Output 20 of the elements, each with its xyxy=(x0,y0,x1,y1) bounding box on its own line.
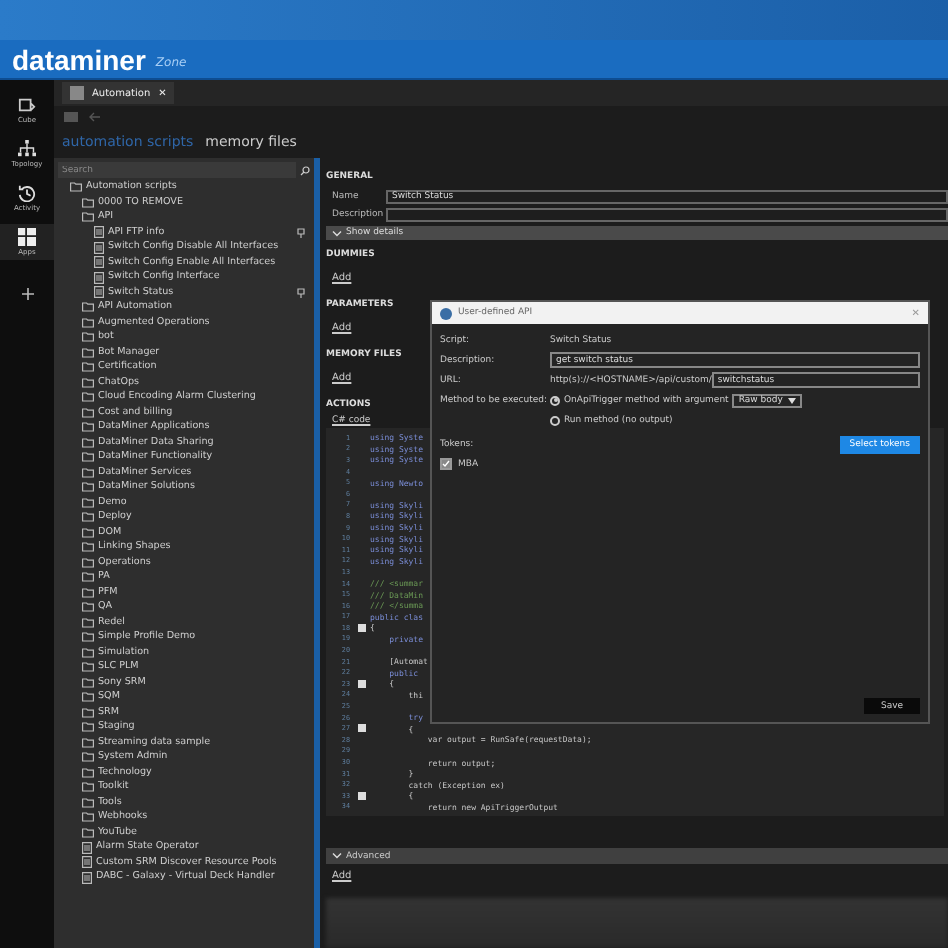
cube-icon xyxy=(18,96,36,114)
fold-marker[interactable] xyxy=(358,679,366,688)
pin-icon[interactable] xyxy=(296,287,306,298)
history-icon xyxy=(18,184,36,202)
fold-marker[interactable] xyxy=(358,724,366,733)
checkbox[interactable] xyxy=(440,458,452,470)
chevron-icon xyxy=(332,229,342,237)
caret-icon xyxy=(788,397,797,403)
fold-marker[interactable] xyxy=(358,791,366,800)
plus-icon[interactable] xyxy=(21,288,33,300)
description-field[interactable] xyxy=(386,207,948,221)
app-icon xyxy=(70,86,84,100)
hierarchy-icon xyxy=(18,140,36,158)
search-icon[interactable] xyxy=(300,165,310,175)
fold-marker[interactable] xyxy=(358,623,366,632)
apps-icon xyxy=(18,228,36,246)
dialog-icon xyxy=(440,307,452,319)
chevron-icon xyxy=(332,852,342,860)
pin-icon[interactable] xyxy=(296,227,306,238)
brand-logo: dataminer xyxy=(12,43,146,75)
